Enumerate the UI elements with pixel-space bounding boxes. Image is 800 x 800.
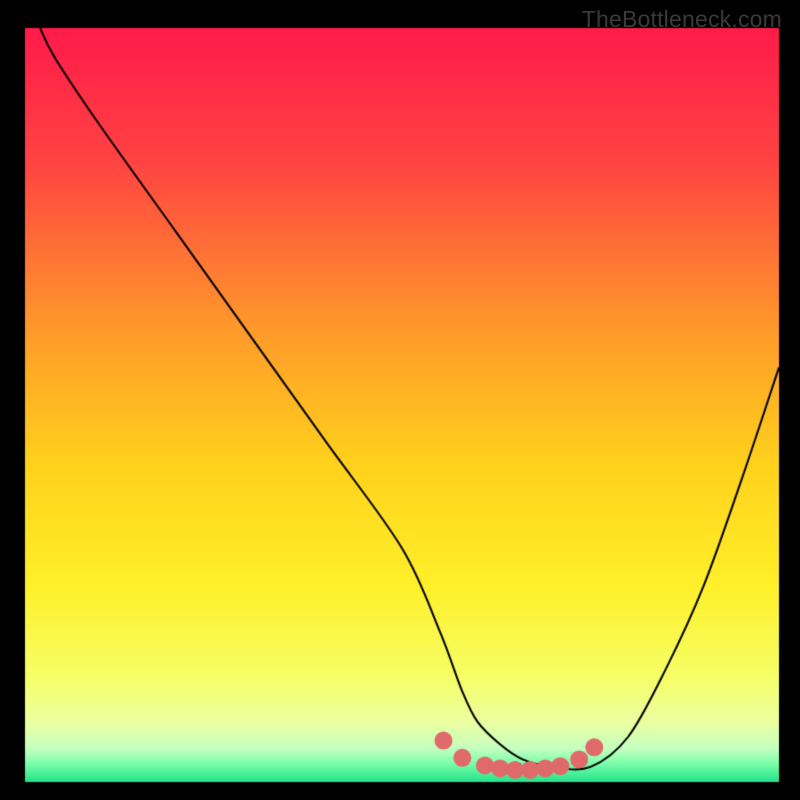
bottleneck-chart-canvas [0,0,800,800]
watermark-text: TheBottleneck.com [582,6,782,33]
chart-container: TheBottleneck.com [0,0,800,800]
